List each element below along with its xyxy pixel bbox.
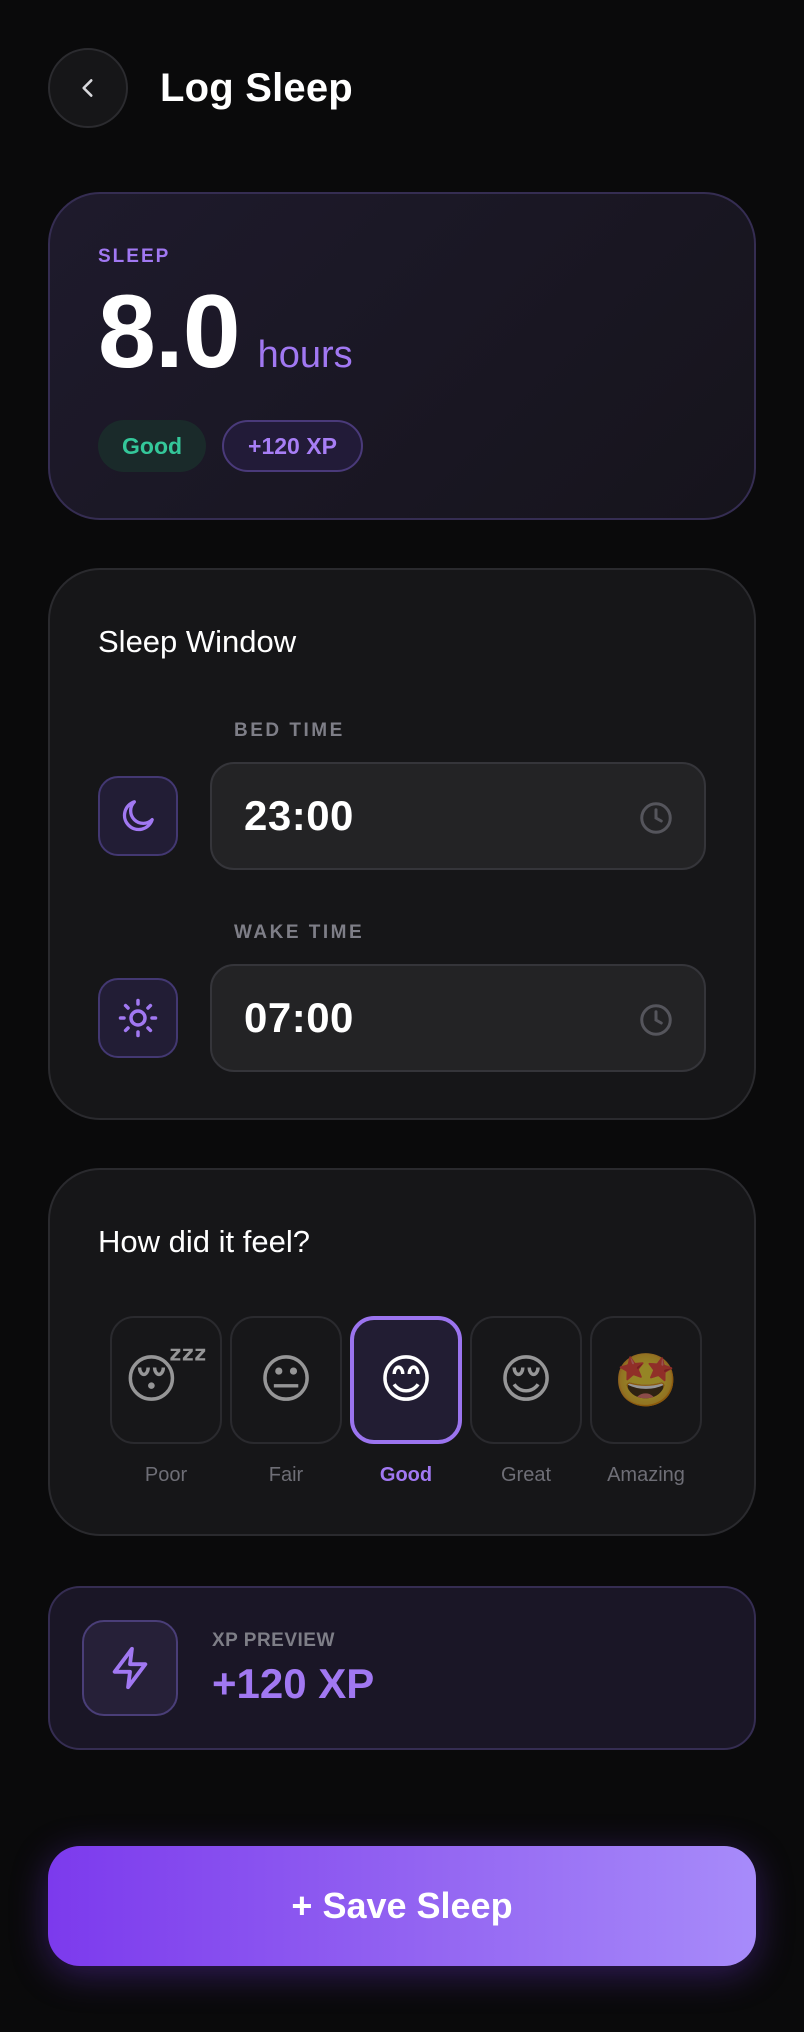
wake-time-icon-box xyxy=(98,978,178,1058)
wake-time-value: 07:00 xyxy=(244,994,354,1041)
mood-button[interactable]: 😐 xyxy=(230,1316,342,1444)
sun-icon xyxy=(118,998,158,1038)
neutral-face-icon: 😐 xyxy=(258,1350,314,1410)
chevron-left-icon xyxy=(82,79,93,97)
mood-button-selected[interactable]: 😊 xyxy=(350,1316,462,1444)
mood-option-great[interactable]: 😌 Great xyxy=(470,1316,582,1487)
mood-button[interactable]: 😌 xyxy=(470,1316,582,1444)
sleep-hours-value: 8.0 xyxy=(98,274,241,390)
xp-preview-card: XP PREVIEW +120 XP xyxy=(48,1586,756,1750)
mood-label: Great xyxy=(500,1464,552,1486)
xp-preview-value: +120 XP xyxy=(212,1660,375,1707)
mood-selector: 😴 Poor 😐 Fair 😊 Good 😌 Great 🤩 Amazing xyxy=(110,1316,702,1487)
sleep-window-card: Sleep Window BED TIME 23:00 WAKE TIME 07… xyxy=(48,568,756,1120)
lightning-icon xyxy=(112,1646,148,1690)
quality-badge: Good xyxy=(98,420,207,472)
wake-time-field[interactable]: 07:00 xyxy=(210,964,706,1072)
moon-icon xyxy=(122,800,154,832)
page-title: Log Sleep xyxy=(160,65,353,110)
mood-button[interactable]: 🤩 xyxy=(590,1316,702,1444)
mood-option-poor[interactable]: 😴 Poor xyxy=(110,1316,222,1487)
bed-time-label: BED TIME xyxy=(234,720,345,741)
clock-icon xyxy=(640,802,672,834)
sleep-badges: Good +120 XP xyxy=(98,420,363,472)
mood-option-fair[interactable]: 😐 Fair xyxy=(230,1316,342,1487)
page-header: Log Sleep xyxy=(48,48,353,128)
wake-time-label: WAKE TIME xyxy=(234,922,365,943)
sleep-window-title: Sleep Window xyxy=(98,624,297,659)
xp-preview-label: XP PREVIEW xyxy=(212,1630,335,1651)
mood-option-good[interactable]: 😊 Good xyxy=(350,1316,462,1487)
mood-label: Fair xyxy=(268,1464,304,1486)
sleep-eyebrow: SLEEP xyxy=(98,246,171,267)
save-sleep-button[interactable]: + Save Sleep xyxy=(48,1846,756,1966)
xp-badge: +120 XP xyxy=(222,420,363,472)
bed-time-icon-box xyxy=(98,776,178,856)
back-button[interactable] xyxy=(48,48,128,128)
clock-icon xyxy=(640,1004,672,1036)
sleepy-face-icon: 😴 xyxy=(124,1350,208,1410)
mood-label: Good xyxy=(379,1464,433,1486)
feel-card: How did it feel? 😴 Poor 😐 Fair 😊 Good 😌 … xyxy=(48,1168,756,1536)
mood-button[interactable]: 😴 xyxy=(110,1316,222,1444)
mood-label: Amazing xyxy=(607,1464,685,1486)
mood-label: Poor xyxy=(144,1464,188,1486)
smiling-face-icon: 😊 xyxy=(378,1350,434,1410)
relieved-face-icon: 😌 xyxy=(498,1350,554,1410)
xp-icon-box xyxy=(82,1620,178,1716)
bed-time-value: 23:00 xyxy=(244,792,354,839)
sleep-hours-unit: hours xyxy=(257,334,353,376)
bed-time-field[interactable]: 23:00 xyxy=(210,762,706,870)
mood-option-amazing[interactable]: 🤩 Amazing xyxy=(590,1316,702,1487)
star-struck-face-icon: 🤩 xyxy=(613,1350,679,1411)
sleep-value-row: 8.0 hours xyxy=(98,280,353,384)
sleep-summary-card: SLEEP 8.0 hours Good +120 XP xyxy=(48,192,756,520)
feel-title: How did it feel? xyxy=(98,1224,310,1259)
